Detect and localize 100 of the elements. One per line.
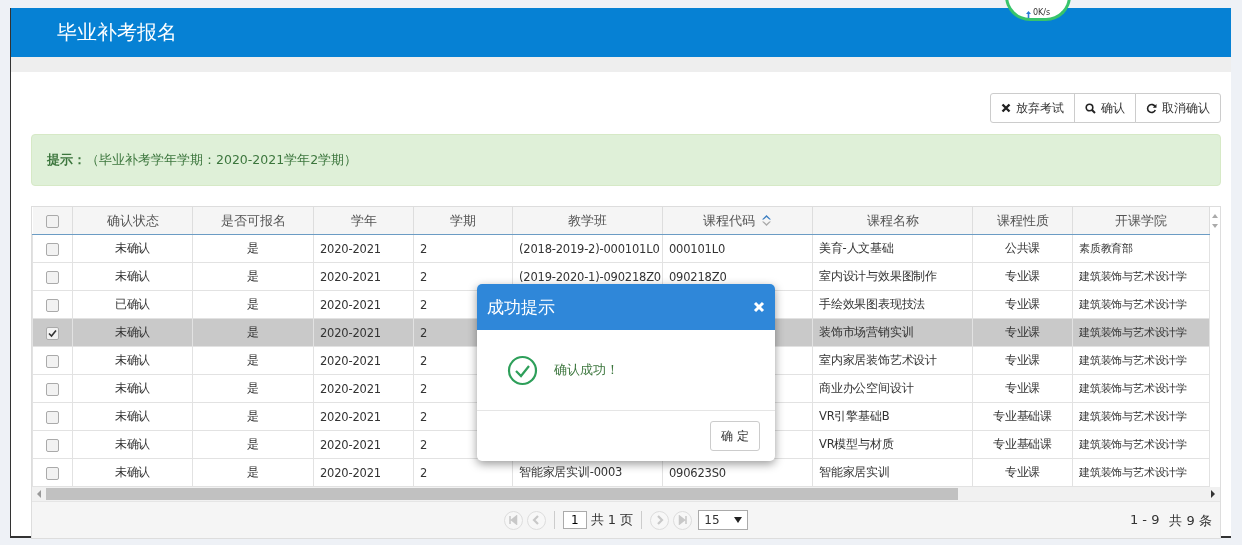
- table-cell: 手绘效果图表现技法: [819, 297, 926, 311]
- table-cell: 2: [420, 409, 428, 424]
- page-number-field[interactable]: 1: [562, 511, 587, 529]
- refresh-icon: [1146, 102, 1157, 114]
- column-header[interactable]: 课程性质: [972, 207, 1073, 235]
- column-header[interactable]: 课程名称: [812, 207, 973, 235]
- table-cell: 090218Z0: [669, 269, 727, 284]
- table-cell: (2018-2019-2)-000101L0: [519, 241, 660, 256]
- table-cell: 未确认: [114, 465, 151, 479]
- table-cell: 未确认: [114, 241, 151, 255]
- table-cell: 2020-2021: [320, 437, 381, 452]
- table-cell: 专业课: [1004, 269, 1041, 283]
- row-checkbox[interactable]: [46, 298, 59, 312]
- table-cell: 2020-2021: [320, 353, 381, 368]
- scrollbar-thumb[interactable]: [46, 488, 958, 500]
- search-icon: [1085, 102, 1096, 114]
- last-page-icon: [677, 515, 688, 525]
- scroll-right-icon[interactable]: [1210, 490, 1216, 498]
- row-checkbox[interactable]: [46, 326, 59, 340]
- table-cell: 公共课: [1004, 241, 1041, 255]
- table-cell: (2019-2020-1)-090218Z0: [519, 269, 661, 284]
- table-cell: 专业课: [1004, 465, 1041, 479]
- row-checkbox[interactable]: [46, 466, 59, 480]
- table-cell: 2: [420, 325, 428, 340]
- dropdown-caret-icon: [734, 517, 743, 523]
- table-cell: 2020-2021: [320, 325, 381, 340]
- table-cell: 智能家居实训-0003: [519, 465, 623, 479]
- table-cell: 2020-2021: [320, 409, 381, 424]
- row-checkbox[interactable]: [46, 382, 59, 396]
- table-cell: 2: [420, 465, 428, 480]
- table-cell: 是: [247, 353, 259, 367]
- toolbar-button[interactable]: 放弃考试: [990, 93, 1075, 123]
- table-cell: 美育-人文基础: [819, 241, 894, 255]
- table-cell: 未确认: [114, 325, 151, 339]
- dialog-title: 成功提示: [487, 295, 555, 319]
- page-count-text: 共 1 页: [590, 511, 634, 529]
- table-cell: 2020-2021: [320, 465, 381, 480]
- table-cell: 商业办公空间设计: [819, 381, 914, 395]
- table-cell: 是: [247, 409, 259, 423]
- upload-arrow-icon: [1025, 11, 1031, 18]
- page-size-select[interactable]: 15: [698, 510, 749, 530]
- table-cell: 建筑装饰与艺术设计学: [1079, 270, 1187, 283]
- table-cell: 室内家居装饰艺术设计: [819, 353, 937, 367]
- select-all-checkbox[interactable]: [45, 215, 59, 228]
- table-cell: 未确认: [114, 269, 151, 283]
- dialog-message: 确认成功！: [554, 361, 619, 379]
- table-cell: 素质教育部: [1079, 242, 1133, 255]
- table-cell: 未确认: [114, 437, 151, 451]
- ok-button[interactable]: 确 定: [710, 421, 760, 451]
- table-cell: 建筑装饰与艺术设计学: [1079, 466, 1187, 479]
- column-header[interactable]: 开课学院: [1072, 207, 1210, 235]
- column-header[interactable]: 学期: [413, 207, 513, 235]
- first-page-icon: [508, 515, 519, 525]
- record-total-text: 共 9 条: [1169, 512, 1212, 530]
- table-cell: 2020-2021: [320, 269, 381, 284]
- table-cell: 是: [247, 269, 259, 283]
- table-cell: 建筑装饰与艺术设计学: [1079, 382, 1187, 395]
- column-header[interactable]: 确认状态: [72, 207, 193, 235]
- row-checkbox[interactable]: [46, 354, 59, 368]
- close-icon[interactable]: [753, 301, 765, 313]
- record-range-text: 1 - 9: [1129, 512, 1160, 529]
- row-checkbox[interactable]: [46, 438, 59, 452]
- table-cell: 未确认: [114, 409, 151, 423]
- column-header[interactable]: 学年: [313, 207, 414, 235]
- table-cell: 090623S0: [669, 465, 726, 480]
- table-cell: 2: [420, 353, 428, 368]
- page-title: 毕业补考报名: [57, 19, 177, 46]
- scroll-left-icon[interactable]: [36, 490, 42, 498]
- table-cell: 智能家居实训: [819, 465, 890, 479]
- chevron-left-icon: [531, 515, 542, 525]
- table-cell: VR模型与材质: [819, 437, 894, 451]
- table-cell: 室内设计与效果图制作: [819, 269, 937, 283]
- row-checkbox[interactable]: [46, 410, 59, 424]
- row-checkbox[interactable]: [46, 270, 59, 284]
- table-cell: 专业课: [1004, 381, 1041, 395]
- table-cell: 已确认: [114, 297, 151, 311]
- speed-text: 0K/s: [1032, 8, 1051, 18]
- sort-icon[interactable]: [761, 214, 772, 227]
- table-cell: 专业课: [1004, 325, 1041, 339]
- table-cell: 建筑装饰与艺术设计学: [1079, 354, 1187, 367]
- table-cell: 000101L0: [669, 241, 726, 256]
- toolbar-button[interactable]: 取消确认: [1135, 93, 1221, 123]
- horizontal-scrollbar[interactable]: [32, 487, 1220, 501]
- table-cell: 是: [247, 325, 259, 339]
- column-header[interactable]: 课程代码: [662, 207, 813, 235]
- column-header[interactable]: 是否可报名: [192, 207, 314, 235]
- chevron-right-icon: [654, 515, 665, 525]
- table-cell: 建筑装饰与艺术设计学: [1079, 298, 1187, 311]
- table-cell: VR引擎基础B: [819, 409, 890, 423]
- table-cell: 是: [247, 297, 259, 311]
- table-cell: 是: [247, 465, 259, 479]
- row-checkbox[interactable]: [46, 242, 59, 256]
- success-check-icon: [507, 354, 538, 386]
- table-cell: 是: [247, 241, 259, 255]
- column-header[interactable]: 教学班: [512, 207, 663, 235]
- scroll-arrows-icon[interactable]: [1211, 212, 1219, 230]
- toolbar-button[interactable]: 确认: [1074, 93, 1136, 123]
- table-cell: 专业基础课: [993, 437, 1052, 451]
- table-cell: 2: [420, 297, 428, 312]
- table-cell: 建筑装饰与艺术设计学: [1079, 410, 1187, 423]
